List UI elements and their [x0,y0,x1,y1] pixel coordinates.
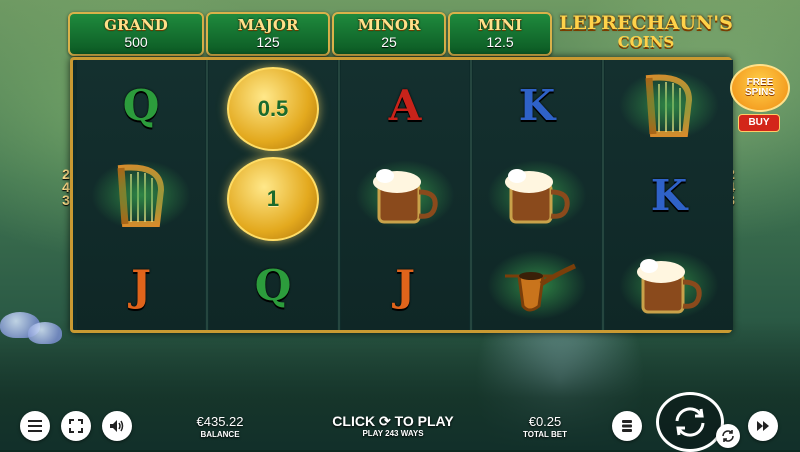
symbol-k: K [650,170,688,220]
symbol-cell [605,60,733,150]
reel-separator [338,60,340,330]
reel-5: K [605,60,733,330]
jackpot-minor-value: 25 [381,34,397,50]
coin-value: 1 [266,186,280,211]
menu-icon [28,420,42,432]
jackpot-grand-label: GRAND [104,16,168,34]
jackpot-mini-value: 12.5 [486,34,514,50]
reel-separator [470,60,472,330]
reel-separator [602,60,604,330]
jackpot-grand-value: 500 [124,34,148,50]
beer-mug-icon [505,169,570,224]
symbol-cell [77,150,205,240]
bet-value: €0.25 [528,414,562,429]
jackpot-major-label: MAJOR [237,16,299,34]
spin-button[interactable] [656,392,724,452]
reel-separator [206,60,208,330]
click-to-play-text: CLICK ⟳ TO PLAY PLAY 243 WAYS [318,413,468,439]
logo-line2: COINS [617,33,675,51]
symbol-cell: J [77,240,205,330]
symbol-cell [473,240,601,330]
symbol-cell: J [341,240,469,330]
gold-coin-symbol: 0.5 [227,67,319,151]
refresh-icon: ⟳ [378,413,391,429]
fast-forward-button[interactable] [748,411,778,441]
logo-line1: LEPRECHAUN'S [559,12,733,34]
beer-mug-icon [637,259,702,314]
autoplay-icon [722,430,734,442]
beer-mug-icon [373,169,438,224]
symbol-cell [605,240,733,330]
spin-icon [675,407,705,437]
balance-value: €435.22 [196,414,244,429]
jackpot-minor-label: MINOR [357,16,421,34]
balance-label: BALANCE [200,430,240,439]
coin-value: 0.5 [257,96,289,121]
menu-button[interactable] [20,411,50,441]
reel-3: A J [341,60,469,330]
symbol-cell: K [605,150,733,240]
reel-4: K [473,60,601,330]
symbol-cell [473,150,601,240]
symbol-k: K [518,80,556,130]
jackpot-major-value: 125 [256,34,280,50]
symbol-q: Q [122,80,160,130]
symbol-cell [341,150,469,240]
click-to-play-line: CLICK ⟳ TO PLAY [318,413,468,429]
jackpot-grand: GRAND 500 [68,12,204,56]
free-spins-line2: SPINS [744,87,775,98]
to-play-word: TO PLAY [394,413,454,429]
symbol-cell: Q [209,240,337,330]
bet-label: TOTAL BET [523,430,567,439]
symbol-cell: A [341,60,469,150]
jackpot-major: MAJOR 125 [206,12,330,56]
jackpot-mini-label: MINI [477,16,523,34]
fullscreen-icon [69,419,83,433]
fullscreen-button[interactable] [61,411,91,441]
gold-coin-symbol: 1 [227,157,319,241]
jackpot-mini: MINI 12.5 [448,12,552,56]
reel-grid: Q J 0.5 1 Q A J K K [70,57,733,333]
symbol-cell: K [473,60,601,150]
symbol-glow [91,160,191,230]
fast-forward-icon [757,421,769,431]
symbol-cell: 1 [209,154,337,244]
coin-stack-icon [622,420,632,432]
symbol-cell: Q [77,60,205,150]
symbol-cell: 0.5 [209,64,337,154]
sound-icon [110,420,124,432]
play-ways-label: PLAY 243 WAYS [362,429,424,438]
reel-2: 0.5 1 Q [209,60,337,330]
jackpot-minor: MINOR 25 [332,12,446,56]
symbol-j: J [395,260,415,310]
balance-display: €435.22 BALANCE [180,414,260,440]
reel-1: Q J [77,60,205,330]
autoplay-button[interactable] [716,424,740,448]
buy-free-spins-button[interactable]: FREE SPINS BUY [730,64,790,132]
symbol-j: J [131,260,151,310]
buy-label: BUY [738,114,780,132]
sound-button[interactable] [102,411,132,441]
mushroom-decoration [28,322,62,344]
pipe-icon [505,263,577,312]
bet-settings-button[interactable] [612,411,642,441]
click-word: CLICK [332,413,376,429]
symbol-a: A [388,80,422,130]
game-logo: LEPRECHAUN'S COINS [556,12,736,60]
free-spins-badge: FREE SPINS [730,64,790,112]
total-bet-display: €0.25 TOTAL BET [510,414,580,440]
symbol-glow [619,70,719,140]
symbol-q: Q [254,260,292,310]
